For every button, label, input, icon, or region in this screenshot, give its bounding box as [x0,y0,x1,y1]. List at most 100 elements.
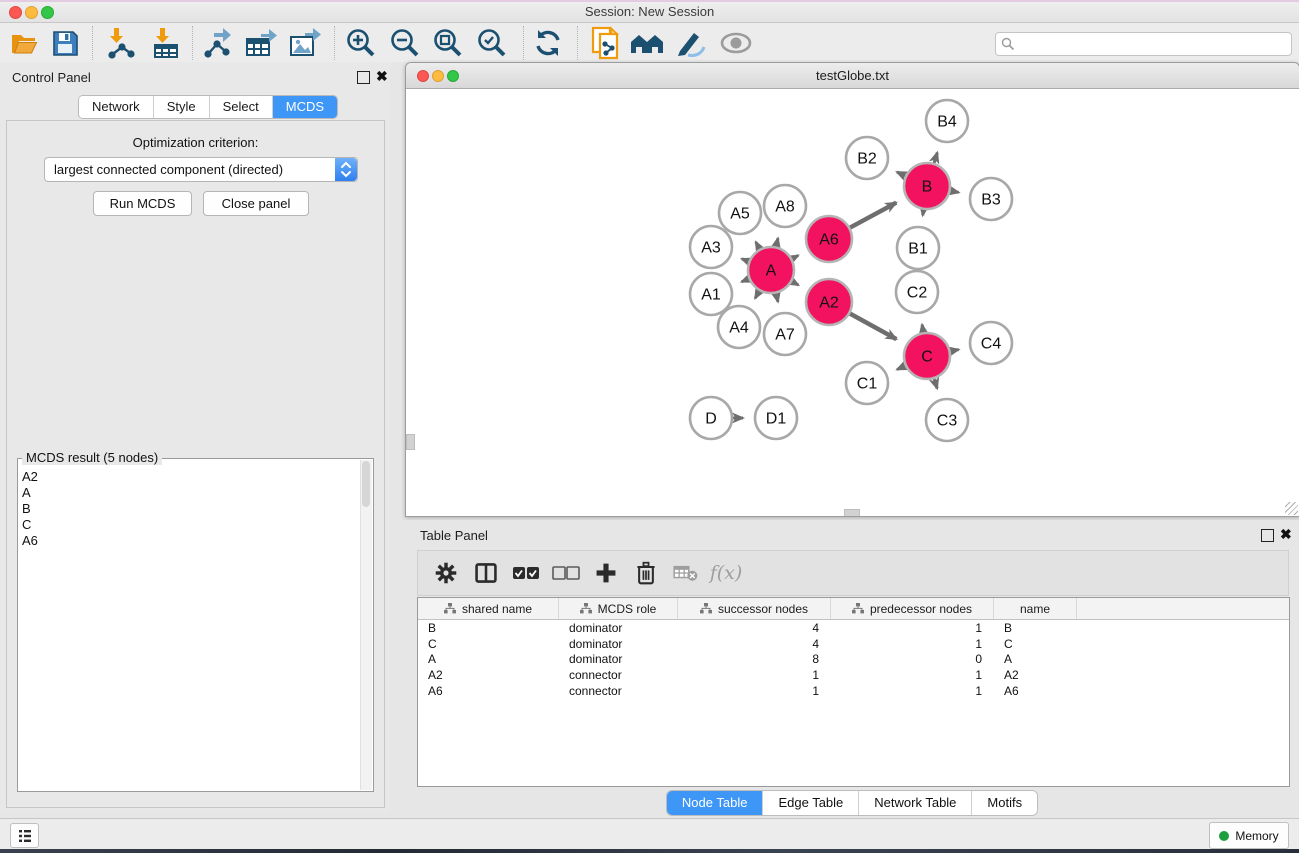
graph-edge-C-C1[interactable] [897,365,906,369]
import-table-button[interactable] [148,27,184,59]
hide-annotations-button[interactable] [672,27,708,59]
graph-edge-A-A7[interactable] [776,292,778,301]
graph-node-label: C2 [907,285,928,302]
graph-edge-A6-B[interactable] [849,203,896,228]
column-header-shared-name[interactable]: shared name [418,598,559,619]
tab-select[interactable]: Select [210,96,273,118]
table-row[interactable]: Adominator80A [418,652,1289,668]
table-row[interactable]: A6connector11A6 [418,683,1289,699]
zoom-selected-button[interactable] [474,27,510,59]
dropdown-stepper [335,158,357,181]
select-all-rows-button[interactable] [506,555,546,591]
chevron-up-down-icon [339,160,353,179]
table-cell: 0 [831,652,994,666]
column-header-predecessor-nodes[interactable]: predecessor nodes [831,598,994,619]
table-settings-button[interactable] [426,555,466,591]
toolbar-separator [92,26,93,60]
graph-node-label: B1 [908,241,928,258]
tab-node-table[interactable]: Node Table [667,791,764,815]
function-builder-button[interactable]: f(x) [706,555,746,591]
search-input[interactable] [1018,34,1287,54]
zoom-fit-button[interactable] [430,27,466,59]
status-bar: Memory [0,818,1299,850]
float-table-panel-icon[interactable] [1261,529,1274,542]
export-table-button[interactable] [243,27,279,59]
graph-edge-B-B3[interactable] [950,191,959,193]
search-field[interactable] [995,32,1292,56]
import-network-button[interactable] [102,27,138,59]
mcds-result-item[interactable]: A2 [22,469,38,485]
network-vscroll-thumb[interactable] [406,434,415,450]
graph-edge-B-B4[interactable] [934,153,938,164]
run-mcds-button[interactable]: Run MCDS [93,191,192,216]
zoom-out-button[interactable] [387,27,423,59]
refresh-button[interactable] [530,27,566,59]
tab-style[interactable]: Style [154,96,210,118]
mcds-result-item[interactable]: A6 [22,533,38,549]
graph-edge-C-C3[interactable] [934,378,937,389]
window-resize-grip[interactable] [1285,502,1298,515]
mcds-result-item[interactable]: B [22,501,38,517]
float-panel-icon[interactable] [357,71,370,84]
table-cell: A [418,652,559,666]
result-scrollbar-thumb[interactable] [362,461,370,507]
network-canvas[interactable]: B4B2BB3A5A8A6A3B1AC2A1A2A4A7C4CC1DD1C3 [406,89,1299,516]
show-column-button[interactable] [466,555,506,591]
export-network-button[interactable] [200,27,236,59]
tab-network-table[interactable]: Network Table [859,791,972,815]
close-panel-icon[interactable]: ✖ [376,68,388,84]
tab-motifs[interactable]: Motifs [972,791,1037,815]
memory-button[interactable]: Memory [1209,822,1289,849]
table-row[interactable]: Cdominator41C [418,636,1289,652]
graph-edge-A-A4[interactable] [755,290,760,298]
table-cell: A [994,652,1077,666]
table-panel-title: Table Panel [420,528,488,543]
graph-edge-A-A5[interactable] [756,242,760,250]
graph-edge-A2-C[interactable] [849,313,896,339]
graph-edge-B-B2[interactable] [897,172,906,176]
close-panel-button[interactable]: Close panel [203,191,309,216]
tab-edge-table[interactable]: Edge Table [763,791,859,815]
show-graphics-details-button[interactable] [718,27,754,59]
new-network-from-selection-button[interactable] [587,27,623,59]
toolbar-separator [577,26,578,60]
graph-edge-C-C2[interactable] [922,325,923,334]
column-header-mcds-role[interactable]: MCDS role [559,598,678,619]
tab-network[interactable]: Network [79,96,154,118]
column-header-name[interactable]: name [994,598,1077,619]
open-session-button[interactable] [6,27,42,59]
table-row[interactable]: A2connector11A2 [418,667,1289,683]
mcds-result-list: A2ABCA6 [22,469,38,549]
home-button[interactable] [629,27,665,59]
delete-table-button[interactable] [666,555,706,591]
delete-column-button[interactable] [626,555,666,591]
table-cell: C [994,637,1077,651]
graph-node-label: A4 [729,320,749,337]
network-window-titlebar[interactable]: testGlobe.txt [406,63,1299,89]
graph-node-label: B3 [981,192,1001,209]
close-table-panel-icon[interactable]: ✖ [1280,526,1292,542]
graph-node-label: B4 [937,114,957,131]
network-hscroll-thumb[interactable] [844,509,860,516]
node-table: shared name MCDS role successor nodes pr… [417,597,1290,787]
graph-edge-C-C4[interactable] [950,350,959,352]
graph-edge-A-A8[interactable] [776,238,778,247]
create-column-button[interactable] [586,555,626,591]
result-scrollbar[interactable] [360,460,372,790]
mcds-result-item[interactable]: A [22,485,38,501]
home-icon [629,29,665,57]
export-image-button[interactable] [287,27,323,59]
table-row[interactable]: Bdominator41B [418,620,1289,636]
save-floppy-icon [51,29,79,57]
mcds-result-item[interactable]: C [22,517,38,533]
gear-icon [434,561,458,585]
column-header-successor-nodes[interactable]: successor nodes [678,598,831,619]
column-label: predecessor nodes [870,602,972,616]
save-session-button[interactable] [47,27,83,59]
deselect-all-rows-button[interactable] [546,555,586,591]
task-history-button[interactable] [10,823,39,848]
zoom-in-button[interactable] [343,27,379,59]
hierarchy-icon [700,603,712,614]
tab-mcds[interactable]: MCDS [273,96,337,118]
optimization-criterion-dropdown[interactable]: largest connected component (directed) [44,157,358,182]
